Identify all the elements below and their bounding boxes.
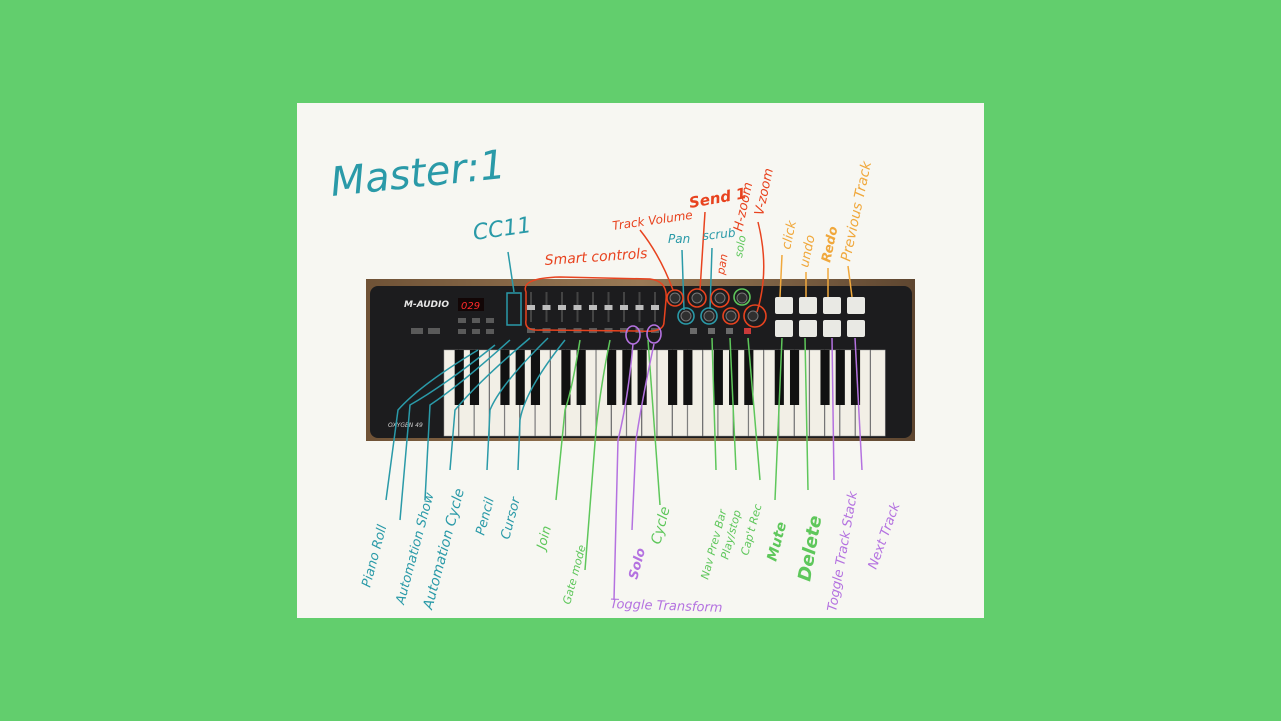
fader-cap bbox=[589, 305, 597, 310]
fader-cap bbox=[651, 305, 659, 310]
drum-pad bbox=[799, 320, 817, 337]
black-key bbox=[835, 350, 845, 405]
annotated-keyboard-canvas: M-AUDIO OXYGEN 49 029 Master:1 CC11 Smar… bbox=[297, 103, 984, 618]
drum-pad bbox=[775, 297, 793, 314]
white-keys bbox=[443, 349, 886, 437]
black-key bbox=[454, 350, 464, 405]
drum-pad bbox=[799, 297, 817, 314]
drum-pad bbox=[847, 297, 865, 314]
drum-pad bbox=[847, 320, 865, 337]
fader-cap bbox=[527, 305, 535, 310]
led-display-value: 029 bbox=[461, 301, 480, 312]
black-key bbox=[713, 350, 723, 405]
drum-pad bbox=[775, 320, 793, 337]
model-logo: OXYGEN 49 bbox=[388, 422, 423, 429]
fader-cap bbox=[558, 305, 566, 310]
black-key bbox=[500, 350, 510, 405]
drum-pad bbox=[823, 297, 841, 314]
black-key bbox=[576, 350, 586, 405]
fader-cap bbox=[542, 305, 551, 310]
black-key bbox=[789, 350, 800, 405]
fader-cap bbox=[635, 305, 644, 310]
fader-cap bbox=[620, 305, 628, 310]
label-pan: Pan bbox=[668, 232, 690, 246]
drum-pad bbox=[823, 320, 841, 337]
black-key bbox=[668, 350, 678, 405]
black-key bbox=[515, 350, 525, 405]
fader-cap bbox=[604, 305, 613, 310]
fader-cap bbox=[573, 305, 582, 310]
black-key bbox=[820, 350, 830, 405]
black-key bbox=[683, 350, 693, 405]
black-key bbox=[637, 350, 647, 405]
brand-logo: M-AUDIO bbox=[404, 300, 449, 310]
black-key bbox=[607, 350, 617, 405]
white-key bbox=[870, 349, 886, 437]
